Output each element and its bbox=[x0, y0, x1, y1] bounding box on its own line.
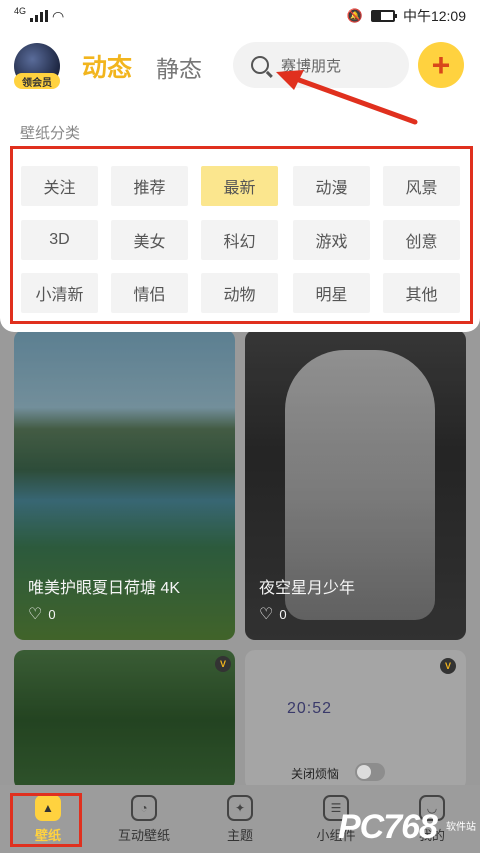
wallpaper-grid: 唯美护眼夏日荷塘 4K ♡ 0 夜空星月少年 ♡ 0 V V 20:52 关闭烦… bbox=[0, 300, 480, 790]
search-icon bbox=[251, 56, 269, 74]
category-beauty[interactable]: 美女 bbox=[111, 220, 188, 260]
interactive-icon: ◔ bbox=[131, 794, 157, 821]
category-scenery[interactable]: 风景 bbox=[383, 166, 460, 206]
card-likes[interactable]: ♡ 0 bbox=[28, 604, 56, 624]
category-animal[interactable]: 动物 bbox=[201, 273, 278, 313]
toggle-switch[interactable] bbox=[355, 763, 385, 781]
category-recommend[interactable]: 推荐 bbox=[111, 166, 188, 206]
category-latest[interactable]: 最新 bbox=[201, 166, 278, 206]
clock-text: 20:52 bbox=[287, 700, 333, 717]
wallpaper-card[interactable] bbox=[14, 650, 235, 790]
toggle-label: 关闭烦恼 bbox=[291, 767, 340, 781]
status-bar: 4G ◠ 🔕 中午12:09 bbox=[0, 0, 480, 32]
category-star[interactable]: 明星 bbox=[293, 273, 370, 313]
watermark-logo: PC768 bbox=[338, 808, 438, 846]
category-game[interactable]: 游戏 bbox=[293, 220, 370, 260]
search-placeholder: 赛博朋克 bbox=[281, 57, 342, 75]
nav-highlight-box bbox=[10, 793, 82, 847]
wallpaper-card[interactable]: V 20:52 关闭烦恼 bbox=[245, 650, 466, 790]
nav-label: 互动壁纸 bbox=[117, 827, 170, 843]
network-type: 4G bbox=[14, 6, 27, 16]
category-3d[interactable]: 3D bbox=[21, 220, 98, 260]
category-scifi[interactable]: 科幻 bbox=[201, 220, 278, 260]
category-anime[interactable]: 动漫 bbox=[293, 166, 370, 206]
card-overlay: 唯美护眼夏日荷塘 4K ♡ 0 bbox=[14, 330, 235, 640]
add-button[interactable]: + bbox=[418, 42, 464, 88]
category-title: 壁纸分类 bbox=[20, 125, 81, 142]
category-fresh[interactable]: 小清新 bbox=[21, 273, 98, 313]
nav-interactive-wallpaper[interactable]: ◔ 互动壁纸 bbox=[96, 785, 192, 853]
battery-icon bbox=[370, 10, 397, 22]
heart-icon: ♡ bbox=[28, 606, 43, 623]
card-overlay: 夜空星月少年 ♡ 0 bbox=[245, 330, 466, 640]
like-count: 0 bbox=[279, 606, 287, 622]
category-creative[interactable]: 创意 bbox=[383, 220, 460, 260]
card-title: 唯美护眼夏日荷塘 4K bbox=[28, 580, 181, 597]
category-grid: 关注 推荐 最新 动漫 风景 3D 美女 科幻 游戏 创意 小清新 情侣 动物 … bbox=[10, 146, 473, 324]
card-likes[interactable]: ♡ 0 bbox=[259, 604, 287, 624]
category-couple[interactable]: 情侣 bbox=[111, 273, 188, 313]
status-left: 4G ◠ bbox=[14, 6, 65, 25]
status-time: 中午12:09 bbox=[402, 8, 466, 24]
like-count: 0 bbox=[48, 606, 56, 622]
card-title: 夜空星月少年 bbox=[259, 580, 356, 597]
tab-dynamic[interactable]: 动态 bbox=[82, 48, 132, 84]
nav-label: 主题 bbox=[226, 827, 253, 843]
mute-icon: 🔕 bbox=[346, 8, 363, 23]
header: 领会员 动态 静态 赛博朋克 + bbox=[0, 40, 480, 96]
category-follow[interactable]: 关注 bbox=[21, 166, 98, 206]
category-other[interactable]: 其他 bbox=[383, 273, 460, 313]
nav-theme[interactable]: ✦ 主题 bbox=[192, 785, 288, 853]
wifi-icon: ◠ bbox=[52, 7, 65, 24]
signal-icon bbox=[30, 10, 49, 22]
status-right: 🔕 中午12:09 bbox=[347, 6, 466, 26]
theme-icon: ✦ bbox=[227, 794, 253, 821]
search-input[interactable]: 赛博朋克 bbox=[233, 42, 409, 88]
vip-v-badge: V bbox=[440, 658, 456, 674]
tab-static[interactable]: 静态 bbox=[156, 50, 202, 84]
heart-icon: ♡ bbox=[259, 606, 274, 623]
vip-v-badge: V bbox=[215, 656, 231, 672]
watermark-sub: 软件站 bbox=[446, 822, 476, 833]
vip-badge[interactable]: 领会员 bbox=[14, 73, 60, 89]
